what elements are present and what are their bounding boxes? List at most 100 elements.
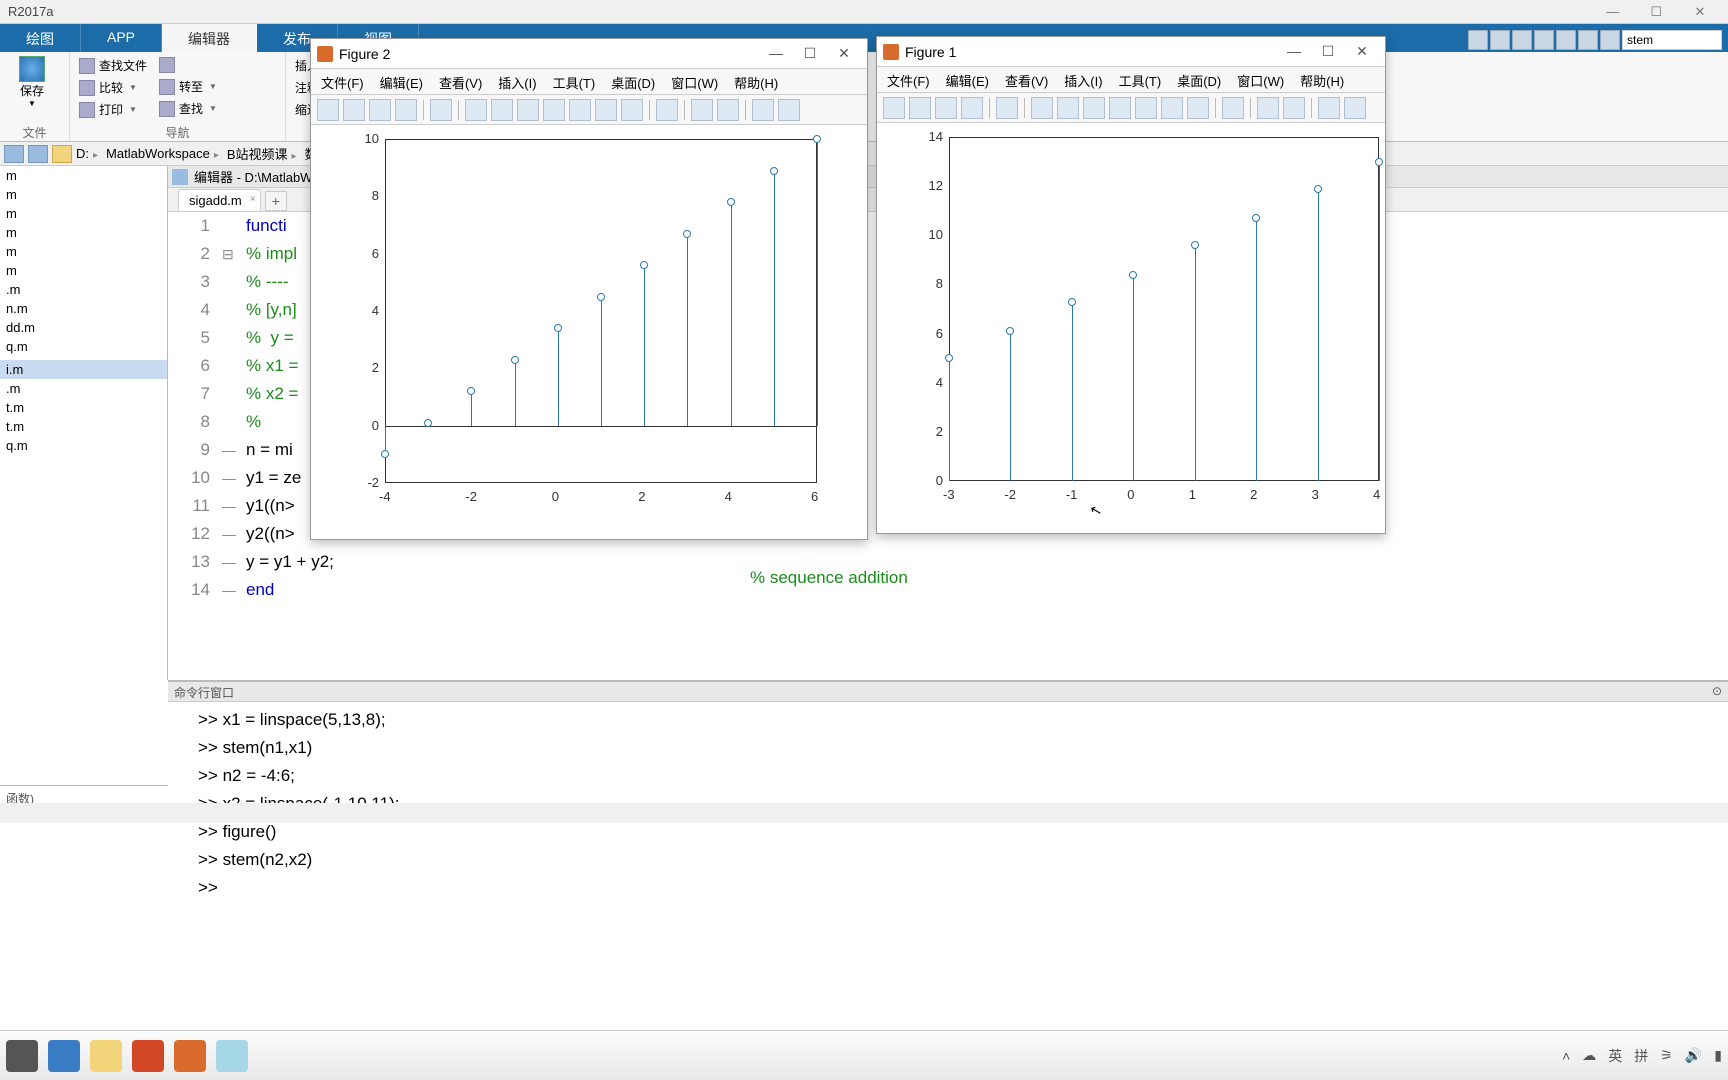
qat-help-icon[interactable] [1600,30,1620,50]
maximize-icon[interactable]: ☐ [1636,4,1676,20]
toolbar-icon[interactable] [569,99,591,121]
tab-editor[interactable]: 编辑器 [162,24,257,52]
toolbar-icon[interactable] [1222,97,1244,119]
toolbar-icon[interactable] [656,99,678,121]
toolbar-icon[interactable] [369,99,391,121]
file-browser[interactable]: mmmmmm.mn.mdd.mq.mi.m.mt.mt.mq.m [0,166,168,680]
figure-menu-item[interactable]: 工具(T) [553,73,596,90]
taskbar-app[interactable] [90,1040,122,1072]
qat-icon[interactable] [1534,30,1554,50]
file-item[interactable]: q.m [0,337,167,356]
qat-icon[interactable] [1490,30,1510,50]
file-item[interactable]: dd.m [0,318,167,337]
figure-toolbar[interactable] [311,95,867,125]
qat-icon[interactable] [1468,30,1488,50]
file-item[interactable]: n.m [0,299,167,318]
toolbar-icon[interactable] [491,99,513,121]
maximize-icon[interactable]: ☐ [793,45,827,62]
figure-toolbar[interactable] [877,93,1385,123]
tray-battery-icon[interactable]: ▮ [1714,1047,1722,1064]
toolbar-icon[interactable] [395,99,417,121]
toolbar-icon[interactable] [752,99,774,121]
file-item[interactable]: t.m [0,417,167,436]
tray-wifi-icon[interactable]: ⚞ [1660,1047,1673,1064]
toolbar-icon[interactable] [543,99,565,121]
close-icon[interactable]: ✕ [1680,4,1720,20]
toolbar-icon[interactable] [430,99,452,121]
file-item[interactable]: i.m [0,360,167,379]
tab-plots[interactable]: 绘图 [0,24,81,52]
figure-menu-item[interactable]: 插入(I) [1064,71,1102,88]
file-item[interactable]: m [0,261,167,280]
close-icon[interactable]: ✕ [1345,43,1379,60]
toolbar-icon[interactable] [778,99,800,121]
toolbar-icon[interactable] [1161,97,1183,119]
search-docs-input[interactable] [1622,30,1722,50]
figure-menu-item[interactable]: 文件(F) [321,73,364,90]
toolbar-icon[interactable] [1318,97,1340,119]
figure-menu[interactable]: 文件(F)编辑(E)查看(V)插入(I)工具(T)桌面(D)窗口(W)帮助(H) [877,67,1385,93]
figure-menu-item[interactable]: 编辑(E) [380,73,423,90]
toolbar-icon[interactable] [1057,97,1079,119]
figure-menu-item[interactable]: 窗口(W) [1237,71,1284,88]
up-button[interactable] [156,56,220,74]
close-tab-icon[interactable]: × [250,194,256,205]
figure-menu-item[interactable]: 插入(I) [498,73,536,90]
file-item[interactable]: m [0,204,167,223]
taskbar-app[interactable] [6,1040,38,1072]
tray-onedrive-icon[interactable]: ☁ [1582,1047,1596,1064]
tray-arrow-icon[interactable]: ˄ [1562,1048,1570,1064]
toolbar-icon[interactable] [961,97,983,119]
qat-icon[interactable] [1512,30,1532,50]
print-button[interactable]: 打印▼ [76,100,150,119]
file-item[interactable]: m [0,223,167,242]
figure-menu-item[interactable]: 桌面(D) [611,73,655,90]
taskbar[interactable]: ˄ ☁ 英 拼 ⚞ 🔊 ▮ [0,1030,1728,1080]
minimize-icon[interactable]: — [1277,43,1311,59]
add-tab-button[interactable]: + [265,191,287,211]
compare-button[interactable]: 比较▼ [76,78,150,97]
findfiles-button[interactable]: 查找文件 [76,56,150,75]
tray-ime1[interactable]: 英 [1608,1046,1622,1066]
figure-menu[interactable]: 文件(F)编辑(E)查看(V)插入(I)工具(T)桌面(D)窗口(W)帮助(H) [311,69,867,95]
figure-menu-item[interactable]: 查看(V) [439,73,482,90]
taskbar-app[interactable] [48,1040,80,1072]
toolbar-icon[interactable] [1344,97,1366,119]
figure-window-1[interactable]: Figure 1 —☐✕ 文件(F)编辑(E)查看(V)插入(I)工具(T)桌面… [876,36,1386,534]
toolbar-icon[interactable] [1031,97,1053,119]
toolbar-icon[interactable] [317,99,339,121]
command-input[interactable]: fx x1 = linspace(5,13,8);stem(n1,x1)n2 =… [168,702,1728,1080]
figure-menu-item[interactable]: 帮助(H) [1300,71,1344,88]
file-tab[interactable]: sigadd.m× [178,189,261,211]
toolbar-icon[interactable] [343,99,365,121]
figure2-axes[interactable]: -4-20246-20246810 [311,125,867,539]
command-window-opts-icon[interactable]: ⊙ [1712,684,1722,699]
figure1-axes[interactable]: -3-2-10123402468101214 [877,123,1385,533]
find-button[interactable]: 查找▼ [156,99,220,118]
tray-ime2[interactable]: 拼 [1634,1046,1648,1066]
toolbar-icon[interactable] [883,97,905,119]
goto-button[interactable]: 转至▼ [156,77,220,96]
toolbar-icon[interactable] [1283,97,1305,119]
qat-icon[interactable] [1556,30,1576,50]
toolbar-icon[interactable] [909,97,931,119]
tray-sound-icon[interactable]: 🔊 [1685,1047,1702,1064]
figure-menu-item[interactable]: 工具(T) [1119,71,1162,88]
maximize-icon[interactable]: ☐ [1311,43,1345,60]
save-button[interactable]: 保存▼ [6,56,58,108]
toolbar-icon[interactable] [1257,97,1279,119]
qat-icon[interactable] [1578,30,1598,50]
toolbar-icon[interactable] [1109,97,1131,119]
minimize-icon[interactable]: — [759,45,793,61]
tab-apps[interactable]: APP [81,24,162,52]
toolbar-icon[interactable] [465,99,487,121]
toolbar-icon[interactable] [1187,97,1209,119]
toolbar-icon[interactable] [1083,97,1105,119]
taskbar-app[interactable] [132,1040,164,1072]
figure-menu-item[interactable]: 文件(F) [887,71,930,88]
toolbar-icon[interactable] [717,99,739,121]
figure-menu-item[interactable]: 桌面(D) [1177,71,1221,88]
file-item[interactable]: m [0,166,167,185]
close-icon[interactable]: ✕ [827,45,861,62]
figure-menu-item[interactable]: 帮助(H) [734,73,778,90]
